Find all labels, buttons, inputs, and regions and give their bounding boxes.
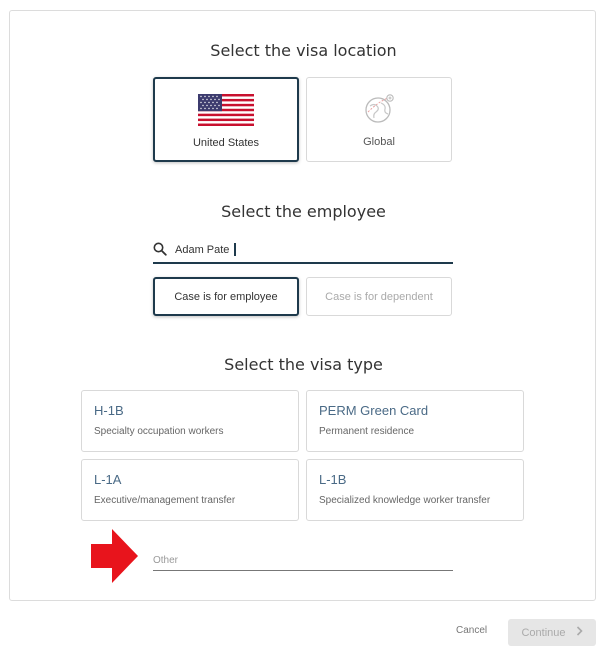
globe-plane-icon	[307, 92, 451, 126]
visa-card-title: PERM Green Card	[319, 403, 429, 418]
cancel-link[interactable]: Cancel	[456, 625, 487, 636]
continue-button-label: Continue	[521, 626, 566, 639]
visa-card-title: H-1B	[94, 403, 124, 418]
search-icon	[153, 242, 167, 261]
visa-card-title: L-1B	[319, 472, 347, 487]
text-cursor	[234, 243, 236, 256]
other-visa-type-input[interactable]	[153, 552, 443, 568]
chevron-right-icon	[576, 626, 583, 639]
continue-button[interactable]: Continue	[508, 619, 596, 646]
case-for-dependent-button[interactable]: Case is for dependent	[306, 277, 452, 316]
other-visa-type-field[interactable]	[153, 549, 453, 571]
visa-card-l1a[interactable]: L-1A Executive/management transfer	[81, 459, 299, 521]
visa-card-l1b[interactable]: L-1B Specialized knowledge worker transf…	[306, 459, 524, 521]
visa-card-h1b[interactable]: H-1B Specialty occupation workers	[81, 390, 299, 452]
case-for-employee-button[interactable]: Case is for employee	[153, 277, 299, 316]
visa-card-title: L-1A	[94, 472, 122, 487]
employee-section-title: Select the employee	[221, 202, 386, 221]
visa-card-subtitle: Permanent residence	[319, 426, 415, 437]
visa-card-subtitle: Specialty occupation workers	[94, 426, 224, 437]
location-section-title: Select the visa location	[210, 41, 397, 60]
visa-card-subtitle: Executive/management transfer	[94, 495, 236, 506]
red-arrow-annotation-icon	[91, 529, 139, 588]
employee-search-field[interactable]	[153, 238, 453, 264]
location-option-united-states[interactable]: United States	[153, 77, 299, 162]
employee-search-input[interactable]	[175, 241, 445, 259]
visa-type-section-title: Select the visa type	[224, 355, 383, 374]
location-option-global[interactable]: Global	[306, 77, 452, 162]
us-flag-icon	[155, 93, 297, 127]
visa-card-subtitle: Specialized knowledge worker transfer	[319, 495, 491, 506]
visa-card-perm-green-card[interactable]: PERM Green Card Permanent residence	[306, 390, 524, 452]
location-option-label: United States	[192, 137, 260, 149]
location-option-label: Global	[363, 136, 395, 148]
